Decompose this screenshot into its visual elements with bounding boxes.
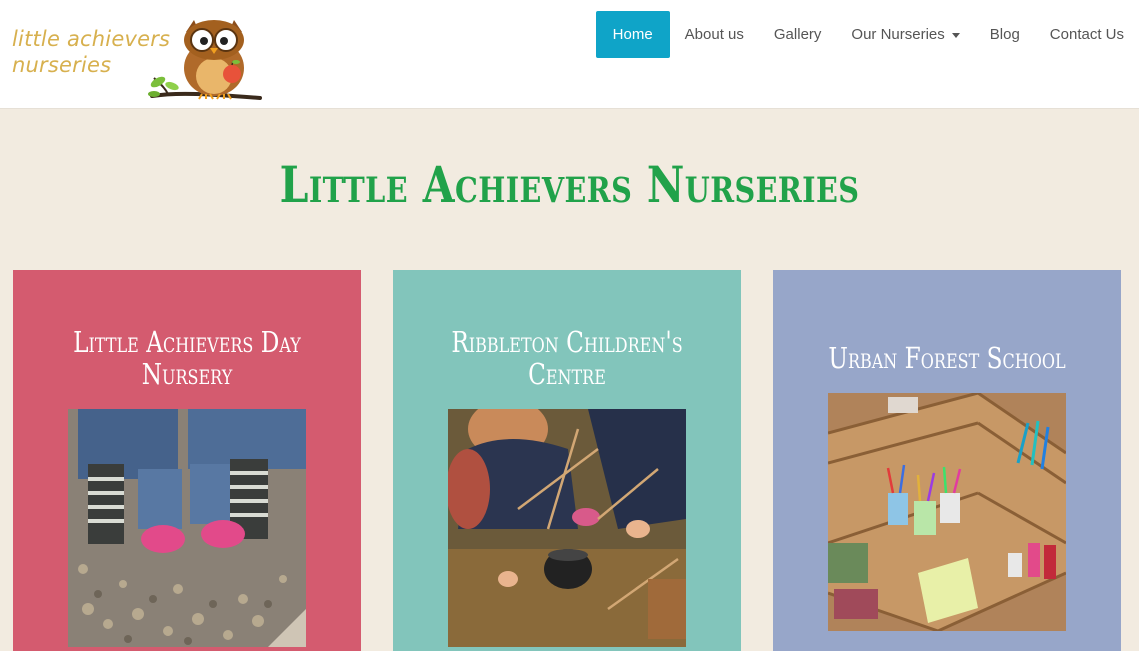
main-nav: Home About us Gallery Our Nurseries Blog… bbox=[595, 11, 1139, 58]
card-title[interactable]: Ribbleton Children's Centre bbox=[444, 326, 690, 390]
owl-on-branch-icon bbox=[148, 20, 262, 100]
card-title[interactable]: Urban Forest School bbox=[824, 342, 1070, 374]
mud-play-photo bbox=[448, 409, 686, 647]
nav-our-nurseries[interactable]: Our Nurseries bbox=[836, 11, 974, 58]
logo-line-2: nurseries bbox=[12, 53, 112, 77]
nav-contact-us[interactable]: Contact Us bbox=[1035, 11, 1139, 58]
nav-blog-label: Blog bbox=[989, 26, 1020, 43]
wellies-photo bbox=[68, 409, 306, 647]
card-title[interactable]: Little Achievers Day Nursery bbox=[64, 326, 310, 390]
nursery-card-ribbleton[interactable]: Ribbleton Children's Centre bbox=[393, 270, 741, 651]
logo-line-1: little achievers bbox=[12, 27, 171, 51]
nursery-card-little-achievers[interactable]: Little Achievers Day Nursery bbox=[13, 270, 361, 651]
nav-blog[interactable]: Blog bbox=[975, 11, 1035, 58]
card-photo-mud-play[interactable] bbox=[448, 409, 686, 647]
nav-about-label: About us bbox=[684, 26, 744, 43]
page-title: Little Achievers Nurseries bbox=[279, 155, 860, 214]
navbar: little achievers nurseries Home About us… bbox=[0, 0, 1139, 109]
nav-home[interactable]: Home bbox=[595, 11, 670, 58]
card-photo-art-crates[interactable] bbox=[828, 393, 1066, 631]
nav-home-label: Home bbox=[612, 26, 653, 43]
nav-contact-label: Contact Us bbox=[1049, 26, 1124, 43]
card-photo-wellies[interactable] bbox=[68, 409, 306, 647]
caret-down-icon bbox=[951, 33, 960, 38]
nav-gallery-label: Gallery bbox=[773, 26, 822, 43]
nursery-card-urban-forest[interactable]: Urban Forest School bbox=[773, 270, 1121, 651]
nav-gallery[interactable]: Gallery bbox=[759, 11, 837, 58]
art-crates-photo bbox=[828, 393, 1066, 631]
nav-our-nurseries-label: Our Nurseries bbox=[851, 26, 945, 43]
site-logo[interactable]: little achievers nurseries bbox=[0, 0, 270, 108]
logo-text: little achievers nurseries bbox=[12, 26, 170, 78]
nav-about-us[interactable]: About us bbox=[670, 11, 759, 58]
